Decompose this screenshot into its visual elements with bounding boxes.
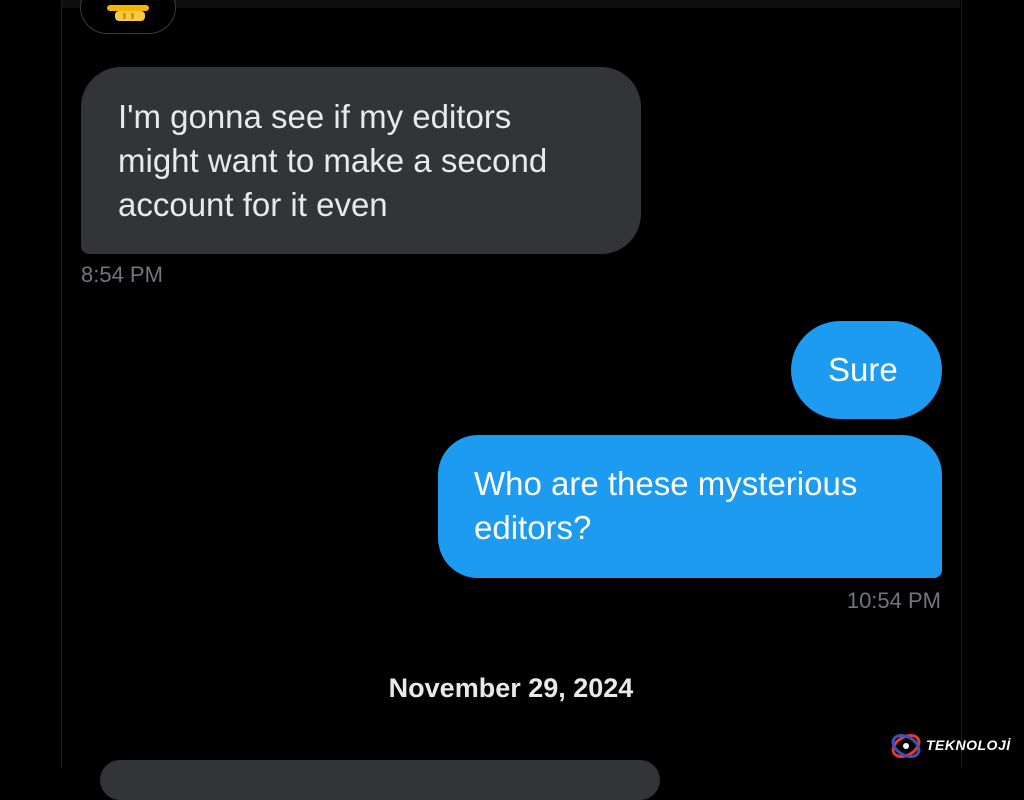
received-message-timestamp: 8:54 PM [81,262,163,287]
right-divider [961,0,962,768]
pointing-hand-emoji-icon [107,5,149,21]
teknoloji-logo-icon [891,734,921,758]
sent-message-bubble[interactable]: Sure [791,321,942,419]
header-edge [62,0,960,8]
partial-received-message-bubble[interactable] [100,760,660,800]
watermark: TEKNOLOJİ [888,726,1024,766]
message-reaction[interactable] [80,0,176,34]
watermark-text: TEKNOLOJİ [926,737,1011,753]
date-divider: November 29, 2024 [388,673,634,703]
received-message-bubble[interactable]: I'm gonna see if my editors might want t… [81,67,641,254]
dm-conversation-view: I'm gonna see if my editors might want t… [0,0,1024,800]
sent-message-timestamp: 10:54 PM [846,588,941,613]
sent-message-bubble[interactable]: Who are these mysterious editors? [438,435,942,578]
left-divider [61,0,62,768]
